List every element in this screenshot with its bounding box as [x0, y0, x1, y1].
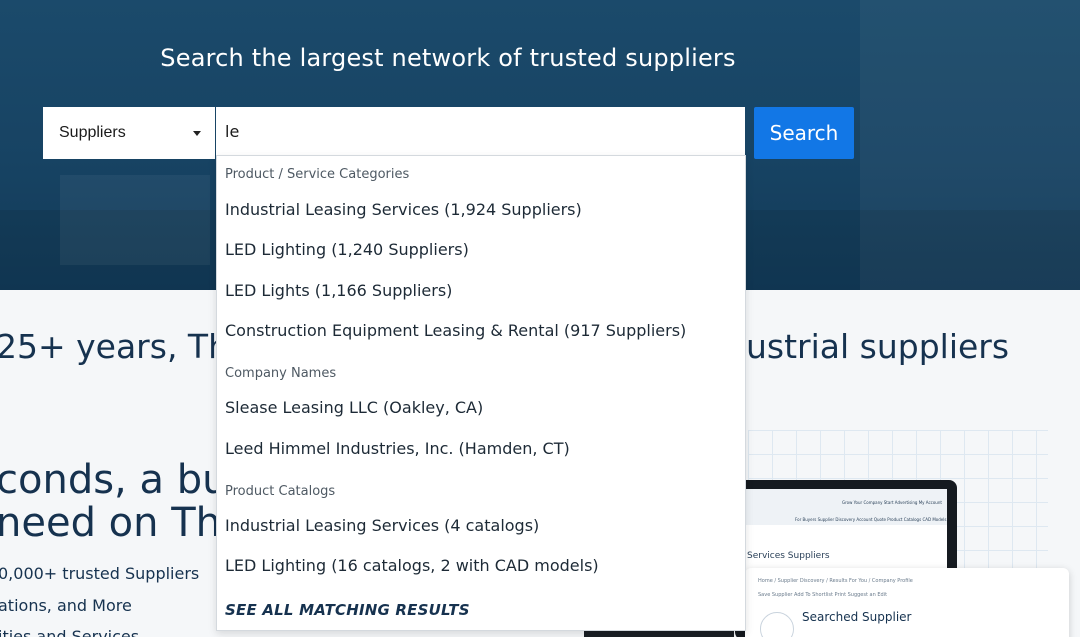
headline-line-1: conds, a bu — [0, 457, 228, 503]
search-button[interactable]: Search — [754, 107, 854, 159]
tagline-right: ustrial suppliers — [746, 327, 1010, 366]
bullet-1: 0,000+ trusted Suppliers — [0, 564, 200, 583]
section-heading-companies: Company Names — [225, 366, 337, 381]
suggestion-item[interactable]: Industrial Leasing Services (4 catalogs) — [225, 516, 539, 535]
suggestion-item[interactable]: Industrial Leasing Services (1,924 Suppl… — [225, 200, 582, 219]
search-type-label: Suppliers — [59, 124, 126, 141]
suggestion-item[interactable]: LED Lighting (1,240 Suppliers) — [225, 240, 469, 259]
illus-nav-sub: For Buyers Supplier Discovery Account Qu… — [795, 517, 947, 522]
search-type-select[interactable]: Suppliers — [43, 107, 215, 159]
section-heading-catalogs: Product Catalogs — [225, 484, 336, 499]
see-all-results-link[interactable]: SEE ALL MATCHING RESULTS — [225, 601, 470, 619]
caret-down-icon — [193, 131, 201, 136]
suggestion-item[interactable]: Leed Himmel Industries, Inc. (Hamden, CT… — [225, 439, 570, 458]
illus-card-title: Searched Supplier — [802, 610, 912, 624]
suggestion-item[interactable]: Construction Equipment Leasing & Rental … — [225, 321, 686, 340]
illus-breadcrumb: Home / Supplier Discovery / Results For … — [758, 578, 913, 584]
suggestion-item[interactable]: Slease Leasing LLC (Oakley, CA) — [225, 398, 483, 417]
headline-line-2: need on Tho — [0, 500, 246, 546]
suggestion-item[interactable]: LED Lighting (16 catalogs, 2 with CAD mo… — [225, 556, 599, 575]
illus-nav-links: Grow Your Company Start Advertising My A… — [842, 500, 942, 505]
illus-card-actions: Save Supplier Add To Shortlist Print Sug… — [758, 592, 888, 598]
hero-title: Search the largest network of trusted su… — [160, 44, 736, 72]
bullet-3: ities and Services — [0, 627, 140, 637]
search-input[interactable] — [216, 107, 745, 155]
illus-results-heading: Services Suppliers — [747, 551, 830, 561]
bullet-2: ations, and More — [0, 596, 132, 615]
autocomplete-dropdown: Product / Service Categories Industrial … — [216, 155, 746, 631]
section-heading-categories: Product / Service Categories — [225, 167, 410, 182]
suggestion-item[interactable]: LED Lights (1,166 Suppliers) — [225, 281, 452, 300]
